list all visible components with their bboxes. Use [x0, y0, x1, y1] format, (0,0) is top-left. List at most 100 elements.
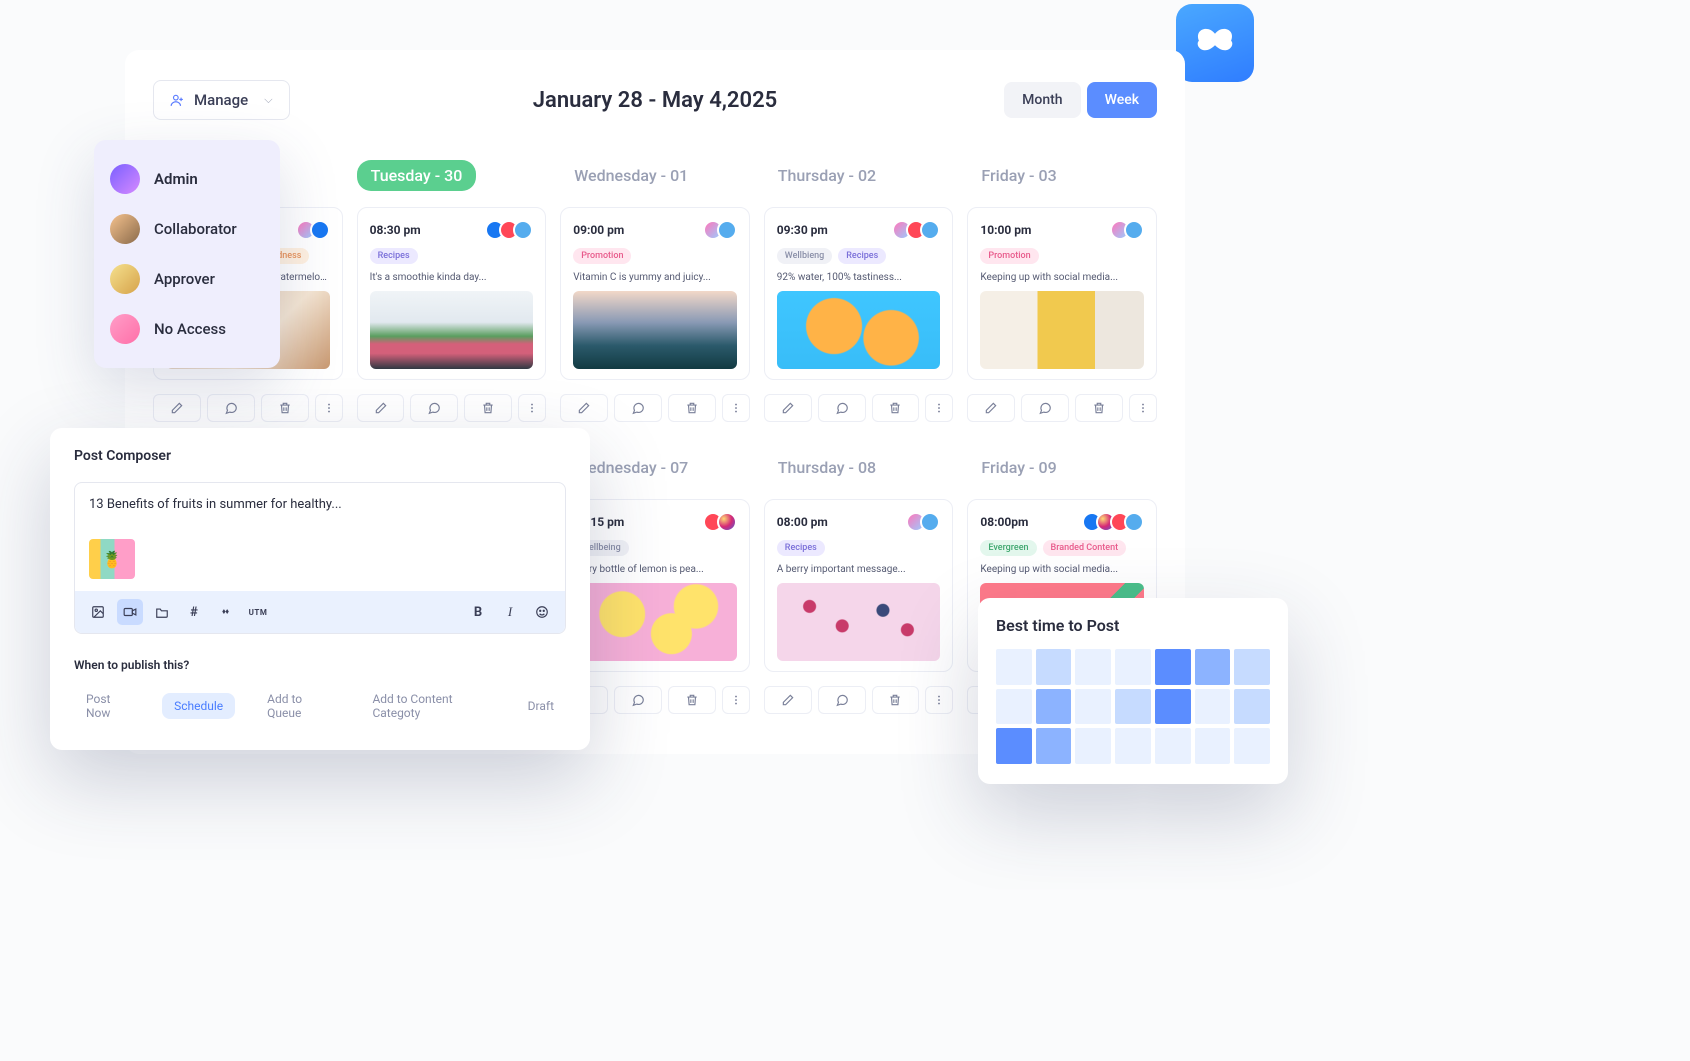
- role-label: No Access: [154, 320, 226, 338]
- delete-button[interactable]: [872, 686, 920, 714]
- heatmap-cell[interactable]: [1115, 728, 1151, 764]
- delete-button[interactable]: [464, 394, 512, 422]
- heatmap-cell[interactable]: [1075, 649, 1111, 685]
- role-item-admin[interactable]: Admin: [110, 154, 264, 204]
- tag: Branded Content: [1043, 540, 1127, 556]
- post-time: 08:00 pm: [777, 515, 828, 529]
- publish-option-add-to-queue[interactable]: Add to Queue: [255, 686, 340, 726]
- composer-textarea[interactable]: 13 Benefits of fruits in summer for heal…: [75, 483, 565, 539]
- link-icon[interactable]: [213, 599, 239, 625]
- delete-button[interactable]: [261, 394, 309, 422]
- heatmap-cell[interactable]: [1155, 649, 1191, 685]
- delete-button[interactable]: [1075, 394, 1123, 422]
- heatmap-cell[interactable]: [996, 649, 1032, 685]
- edit-button[interactable]: [764, 394, 812, 422]
- attachment-thumbnail[interactable]: 🍍: [89, 539, 135, 579]
- more-button[interactable]: [315, 394, 343, 422]
- hashtag-icon[interactable]: #: [181, 599, 207, 625]
- heatmap-cell[interactable]: [1115, 689, 1151, 725]
- post-actions: [967, 394, 1157, 422]
- italic-icon[interactable]: I: [497, 599, 523, 625]
- heatmap-cell[interactable]: [1195, 728, 1231, 764]
- delete-button[interactable]: [668, 394, 716, 422]
- heatmap-cell[interactable]: [1036, 728, 1072, 764]
- heatmap-grid: [996, 649, 1270, 764]
- heatmap-cell[interactable]: [1075, 689, 1111, 725]
- comment-button[interactable]: [818, 686, 866, 714]
- more-button[interactable]: [1129, 394, 1157, 422]
- post-card[interactable]: 08:00 pmRecipesA berry important message…: [764, 499, 954, 672]
- post-card[interactable]: 09:00 pmPromotionVitamin C is yummy and …: [560, 207, 750, 380]
- view-month-button[interactable]: Month: [1004, 82, 1080, 118]
- comment-button[interactable]: [614, 686, 662, 714]
- publish-option-schedule[interactable]: Schedule: [162, 693, 235, 719]
- edit-button[interactable]: [967, 394, 1015, 422]
- bold-icon[interactable]: B: [465, 599, 491, 625]
- week-row-1: Monday - 2908:15 pmPromotionCitrus madne…: [153, 160, 1157, 422]
- more-button[interactable]: [722, 686, 750, 714]
- post-image: [777, 291, 941, 369]
- view-week-button[interactable]: Week: [1087, 82, 1157, 118]
- day-column: Thursday - 0808:00 pmRecipesA berry impo…: [764, 452, 954, 714]
- folder-icon[interactable]: [149, 599, 175, 625]
- heatmap-cell[interactable]: [996, 689, 1032, 725]
- more-button[interactable]: [925, 686, 953, 714]
- more-button[interactable]: [722, 394, 750, 422]
- post-card[interactable]: 09:30 pmWellbiengRecipes92% water, 100% …: [764, 207, 954, 380]
- heatmap-cell[interactable]: [1155, 689, 1191, 725]
- publish-option-add-to-content-categoty[interactable]: Add to Content Categoty: [360, 686, 495, 726]
- heatmap-cell[interactable]: [1234, 649, 1270, 685]
- heatmap-cell[interactable]: [1195, 649, 1231, 685]
- heatmap-cell[interactable]: [1075, 728, 1111, 764]
- tw-avatar: [920, 512, 940, 532]
- more-button[interactable]: [925, 394, 953, 422]
- image-icon[interactable]: [85, 599, 111, 625]
- tw-avatar: [920, 220, 940, 240]
- ig-avatar: [717, 512, 737, 532]
- heatmap-cell[interactable]: [996, 728, 1032, 764]
- role-label: Approver: [154, 270, 215, 288]
- post-actions: [764, 394, 954, 422]
- comment-button[interactable]: [818, 394, 866, 422]
- comment-button[interactable]: [410, 394, 458, 422]
- tag: Evergreen: [980, 540, 1036, 556]
- delete-button[interactable]: [668, 686, 716, 714]
- post-card[interactable]: 08:30 pmRecipesIt's a smoothie kinda day…: [357, 207, 547, 380]
- tag: Recipes: [370, 248, 418, 264]
- more-button[interactable]: [518, 394, 546, 422]
- edit-button[interactable]: [153, 394, 201, 422]
- edit-button[interactable]: [764, 686, 812, 714]
- manage-button[interactable]: Manage ⌵: [153, 80, 290, 120]
- comment-button[interactable]: [1021, 394, 1069, 422]
- heatmap-cell[interactable]: [1234, 728, 1270, 764]
- social-avatars: [892, 220, 940, 240]
- person-icon: [170, 93, 184, 107]
- utm-icon[interactable]: UTM: [245, 599, 271, 625]
- tag-row: WellbiengRecipes: [777, 248, 941, 264]
- heatmap-cell[interactable]: [1036, 649, 1072, 685]
- publish-option-draft[interactable]: Draft: [516, 693, 566, 719]
- role-item-collaborator[interactable]: Collaborator: [110, 204, 264, 254]
- role-item-approver[interactable]: Approver: [110, 254, 264, 304]
- heatmap-cell[interactable]: [1115, 649, 1151, 685]
- tag: Recipes: [777, 540, 825, 556]
- role-item-no-access[interactable]: No Access: [110, 304, 264, 354]
- heatmap-cell[interactable]: [1155, 728, 1191, 764]
- comment-button[interactable]: [207, 394, 255, 422]
- heatmap-cell[interactable]: [1234, 689, 1270, 725]
- emoji-icon[interactable]: [529, 599, 555, 625]
- edit-button[interactable]: [357, 394, 405, 422]
- tag-row: Recipes: [777, 540, 941, 556]
- delete-button[interactable]: [872, 394, 920, 422]
- post-card[interactable]: 10:00 pmPromotionKeeping up with social …: [967, 207, 1157, 380]
- publish-option-post-now[interactable]: Post Now: [74, 686, 142, 726]
- heatmap-cell[interactable]: [1036, 689, 1072, 725]
- butterfly-icon: [1192, 20, 1238, 66]
- video-icon[interactable]: [117, 599, 143, 625]
- comment-button[interactable]: [614, 394, 662, 422]
- edit-button[interactable]: [560, 394, 608, 422]
- tw-avatar: [717, 220, 737, 240]
- best-time-title: Best time to Post: [996, 616, 1270, 635]
- heatmap-cell[interactable]: [1195, 689, 1231, 725]
- post-image: [980, 291, 1144, 369]
